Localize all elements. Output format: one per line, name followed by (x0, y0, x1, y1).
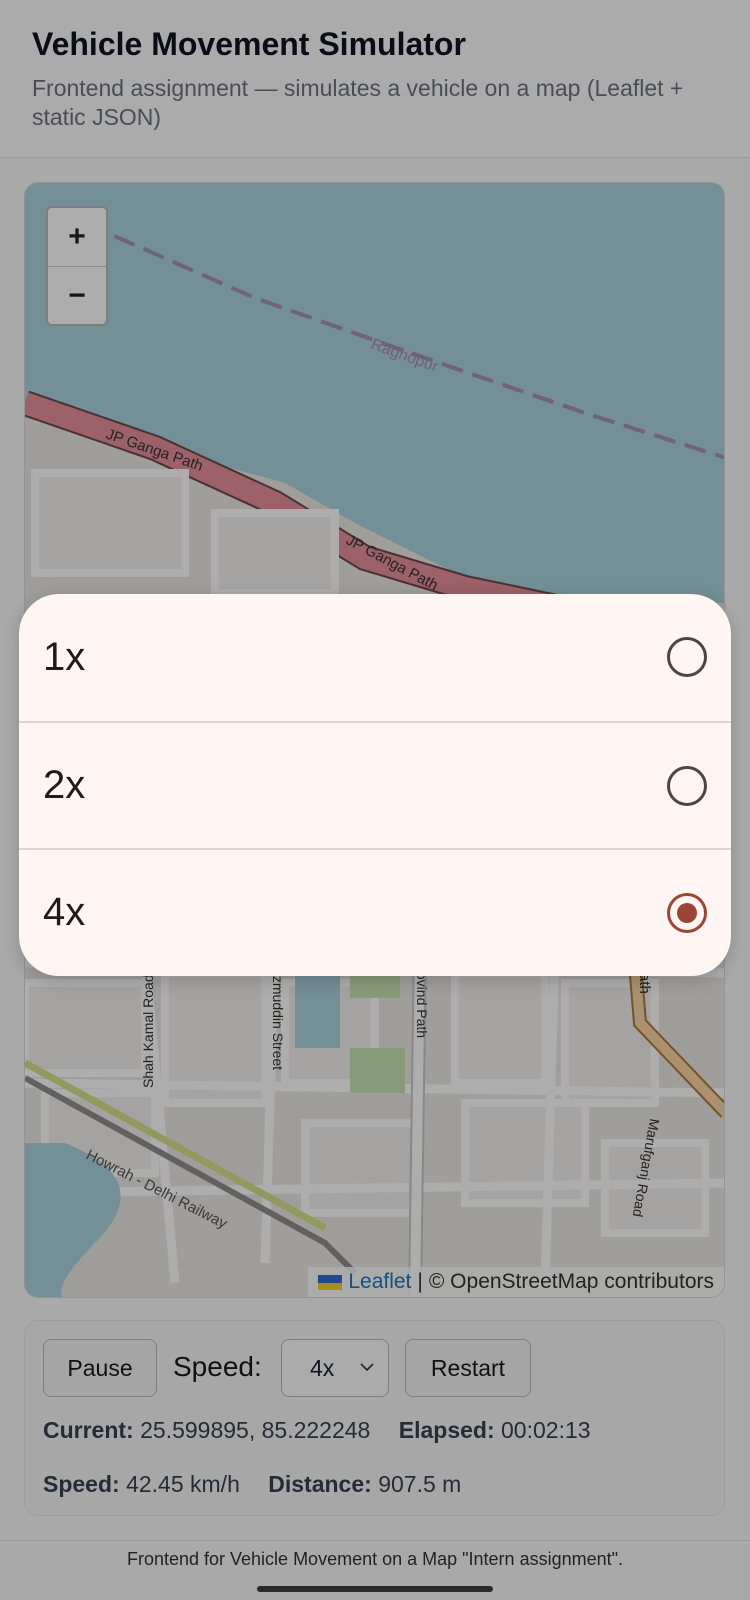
speed-option-label: 1x (43, 635, 86, 679)
speed-option-1x[interactable]: 1x (19, 594, 731, 721)
gesture-nav-bar[interactable] (257, 1586, 493, 1592)
speed-option-4x[interactable]: 4x (19, 848, 731, 975)
speed-option-label: 2x (43, 763, 86, 807)
speed-picker-dialog: 1x 2x 4x (19, 594, 731, 976)
speed-option-2x[interactable]: 2x (19, 721, 731, 848)
radio-unchecked-icon[interactable] (667, 637, 707, 677)
radio-checked-icon[interactable] (667, 893, 707, 933)
speed-option-label: 4x (43, 890, 86, 934)
radio-unchecked-icon[interactable] (667, 766, 707, 806)
